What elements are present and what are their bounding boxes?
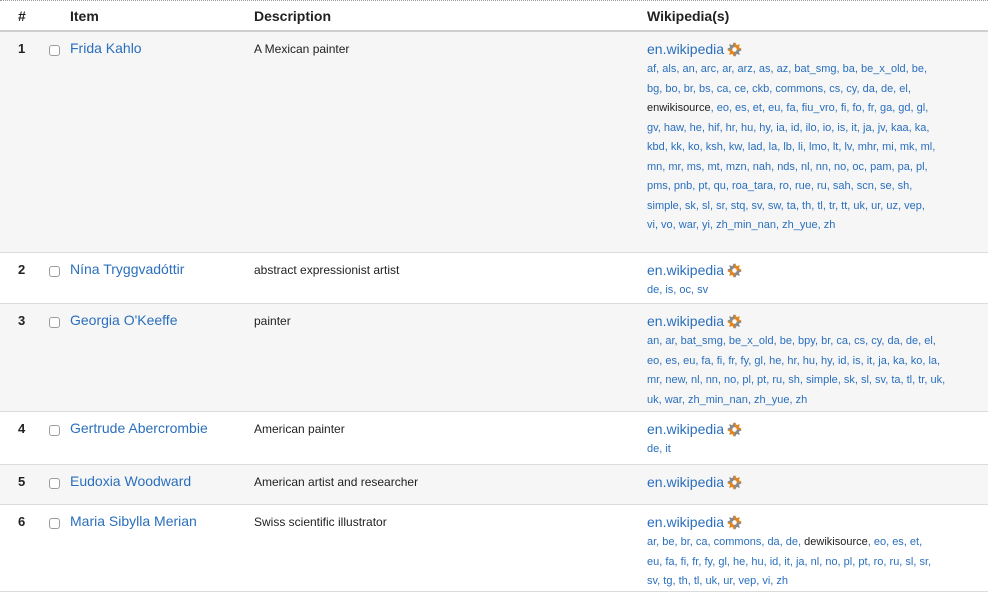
gear-icon[interactable] (727, 263, 742, 278)
gear-icon[interactable] (727, 475, 742, 490)
row-number: 3 (18, 313, 26, 328)
item-description: painter (254, 314, 291, 328)
header-item: Item (70, 8, 99, 24)
table-row: 4 Gertrude Abercrombie American painter en.… (0, 412, 988, 465)
enwiki-row: en.wikipedia (647, 420, 988, 438)
enwiki-row: en.wikipedia (647, 261, 988, 279)
language-links: an, ar, bat_smg, be_x_old, be, bpy, br, … (647, 332, 988, 410)
language-line[interactable]: enwikisource, eo, es, et, eu, fa, fiu_vr… (647, 99, 988, 119)
language-links: ar, be, br, ca, commons, da, de, dewikis… (647, 533, 988, 591)
language-line[interactable]: ar, be, br, ca, commons, da, de, dewikis… (647, 533, 988, 553)
row-checkbox[interactable] (49, 478, 60, 489)
language-line[interactable]: af, als, an, arc, ar, arz, as, az, bat_s… (647, 60, 988, 80)
enwiki-link[interactable]: en.wikipedia (647, 313, 724, 329)
item-description: American painter (254, 422, 345, 436)
enwiki-link[interactable]: en.wikipedia (647, 262, 724, 278)
table-header: # Item Description Wikipedia(s) (0, 0, 988, 32)
row-number: 6 (18, 514, 26, 529)
language-line[interactable]: bg, bo, br, bs, ca, ce, ckb, commons, cs… (647, 80, 988, 100)
table-row: 3 Georgia O'Keeffe painter en.wikipedia an, … (0, 304, 988, 412)
item-link[interactable]: Maria Sibylla Merian (70, 513, 197, 529)
row-checkbox[interactable] (49, 317, 60, 328)
row-checkbox[interactable] (49, 266, 60, 277)
item-description: abstract expressionist artist (254, 263, 400, 277)
language-line[interactable]: gv, haw, he, hif, hr, hu, hy, ia, id, il… (647, 119, 988, 139)
wikipedia-cell: en.wikipedia af, als, an, arc, ar, arz, a… (647, 40, 988, 236)
wikipedia-cell: en.wikipedia de, is, oc, sv (647, 261, 988, 301)
enwiki-link[interactable]: en.wikipedia (647, 514, 724, 530)
gear-icon[interactable] (727, 515, 742, 530)
row-number: 1 (18, 41, 26, 56)
gear-icon[interactable] (727, 314, 742, 329)
header-wikipedias: Wikipedia(s) (647, 8, 730, 24)
enwiki-row: en.wikipedia (647, 312, 988, 330)
table-row: 2 Nína Tryggvadóttir abstract expressionis… (0, 253, 988, 304)
language-line[interactable]: vi, vo, war, yi, zh_min_nan, zh_yue, zh (647, 216, 988, 236)
language-links: de, is, oc, sv (647, 281, 988, 301)
row-number: 5 (18, 474, 26, 489)
table-row: 1 Frida Kahlo A Mexican painter en.wikipedi… (0, 32, 988, 253)
wikipedia-cell: en.wikipedia de, it (647, 420, 988, 460)
item-link[interactable]: Frida Kahlo (70, 40, 142, 56)
row-number: 4 (18, 421, 26, 436)
row-checkbox[interactable] (49, 518, 60, 529)
table-row: 6 Maria Sibylla Merian Swiss scientific il… (0, 505, 988, 592)
language-links: de, it (647, 440, 988, 460)
language-line[interactable]: uk, war, zh_min_nan, zh_yue, zh (647, 391, 988, 411)
row-checkbox[interactable] (49, 45, 60, 56)
wikipedia-cell: en.wikipedia ar, be, br, ca, commons, da,… (647, 513, 988, 591)
enwiki-link[interactable]: en.wikipedia (647, 474, 724, 490)
row-number: 2 (18, 262, 26, 277)
enwiki-row: en.wikipedia (647, 473, 988, 491)
item-link[interactable]: Gertrude Abercrombie (70, 420, 208, 436)
enwiki-row: en.wikipedia (647, 513, 988, 531)
wikipedia-cell: en.wikipedia (647, 473, 988, 491)
item-link[interactable]: Georgia O'Keeffe (70, 312, 177, 328)
row-checkbox[interactable] (49, 425, 60, 436)
table-row: 5 Eudoxia Woodward American artist and res… (0, 465, 988, 505)
gear-icon[interactable] (727, 42, 742, 57)
language-line[interactable]: kbd, kk, ko, ksh, kw, lad, la, lb, li, l… (647, 138, 988, 158)
language-line[interactable]: pms, pnb, pt, qu, roa_tara, ro, rue, ru,… (647, 177, 988, 197)
gear-icon[interactable] (727, 422, 742, 437)
language-line[interactable]: mn, mr, ms, mt, mzn, nah, nds, nl, nn, n… (647, 158, 988, 178)
item-description: American artist and researcher (254, 475, 419, 489)
language-links: af, als, an, arc, ar, arz, as, az, bat_s… (647, 60, 988, 236)
language-line[interactable]: simple, sk, sl, sr, stq, sv, sw, ta, th,… (647, 197, 988, 217)
enwiki-row: en.wikipedia (647, 40, 988, 58)
item-description: A Mexican painter (254, 42, 350, 56)
language-line[interactable]: de, it (647, 440, 988, 460)
item-description: Swiss scientific illustrator (254, 515, 387, 529)
item-link[interactable]: Nína Tryggvadóttir (70, 261, 184, 277)
item-link[interactable]: Eudoxia Woodward (70, 473, 191, 489)
language-line[interactable]: an, ar, bat_smg, be_x_old, be, bpy, br, … (647, 332, 988, 352)
header-number: # (18, 8, 26, 24)
language-line[interactable]: sv, tg, th, tl, uk, ur, vep, vi, zh (647, 572, 988, 591)
language-line[interactable]: mr, new, nl, nn, no, pl, pt, ru, sh, sim… (647, 371, 988, 391)
wikipedia-cell: en.wikipedia an, ar, bat_smg, be_x_old, b… (647, 312, 988, 410)
language-line[interactable]: de, is, oc, sv (647, 281, 988, 301)
language-line[interactable]: eo, es, eu, fa, fi, fr, fy, gl, he, hr, … (647, 352, 988, 372)
enwiki-link[interactable]: en.wikipedia (647, 41, 724, 57)
language-line[interactable]: eu, fa, fi, fr, fy, gl, he, hu, id, it, … (647, 553, 988, 573)
header-description: Description (254, 8, 332, 24)
enwiki-link[interactable]: en.wikipedia (647, 421, 724, 437)
